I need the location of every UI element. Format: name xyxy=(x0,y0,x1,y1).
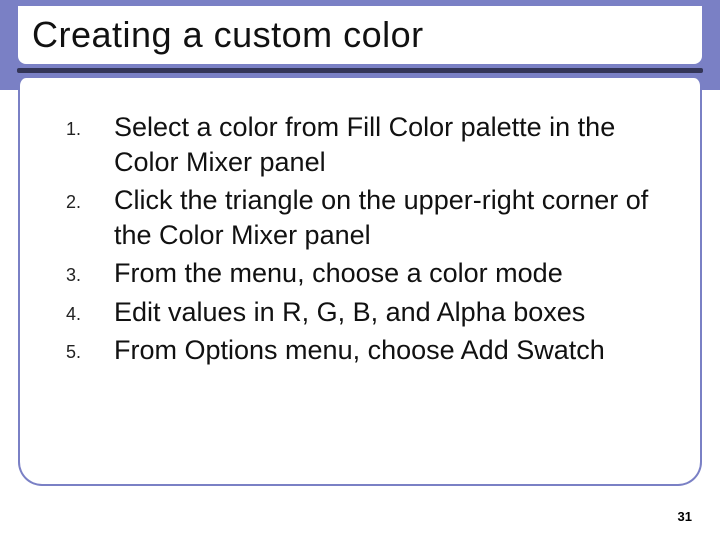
list-item: Edit values in R, G, B, and Alpha boxes xyxy=(46,295,660,330)
list-item: From Options menu, choose Add Swatch xyxy=(46,333,660,368)
list-item: Select a color from Fill Color palette i… xyxy=(46,110,660,179)
title-underline xyxy=(17,68,703,73)
page-number: 31 xyxy=(678,509,692,524)
title-box: Creating a custom color xyxy=(18,6,702,64)
slide-title: Creating a custom color xyxy=(32,14,424,56)
content-box: Select a color from Fill Color palette i… xyxy=(18,78,702,486)
step-list: Select a color from Fill Color palette i… xyxy=(46,110,660,368)
list-item: Click the triangle on the upper-right co… xyxy=(46,183,660,252)
list-item: From the menu, choose a color mode xyxy=(46,256,660,291)
